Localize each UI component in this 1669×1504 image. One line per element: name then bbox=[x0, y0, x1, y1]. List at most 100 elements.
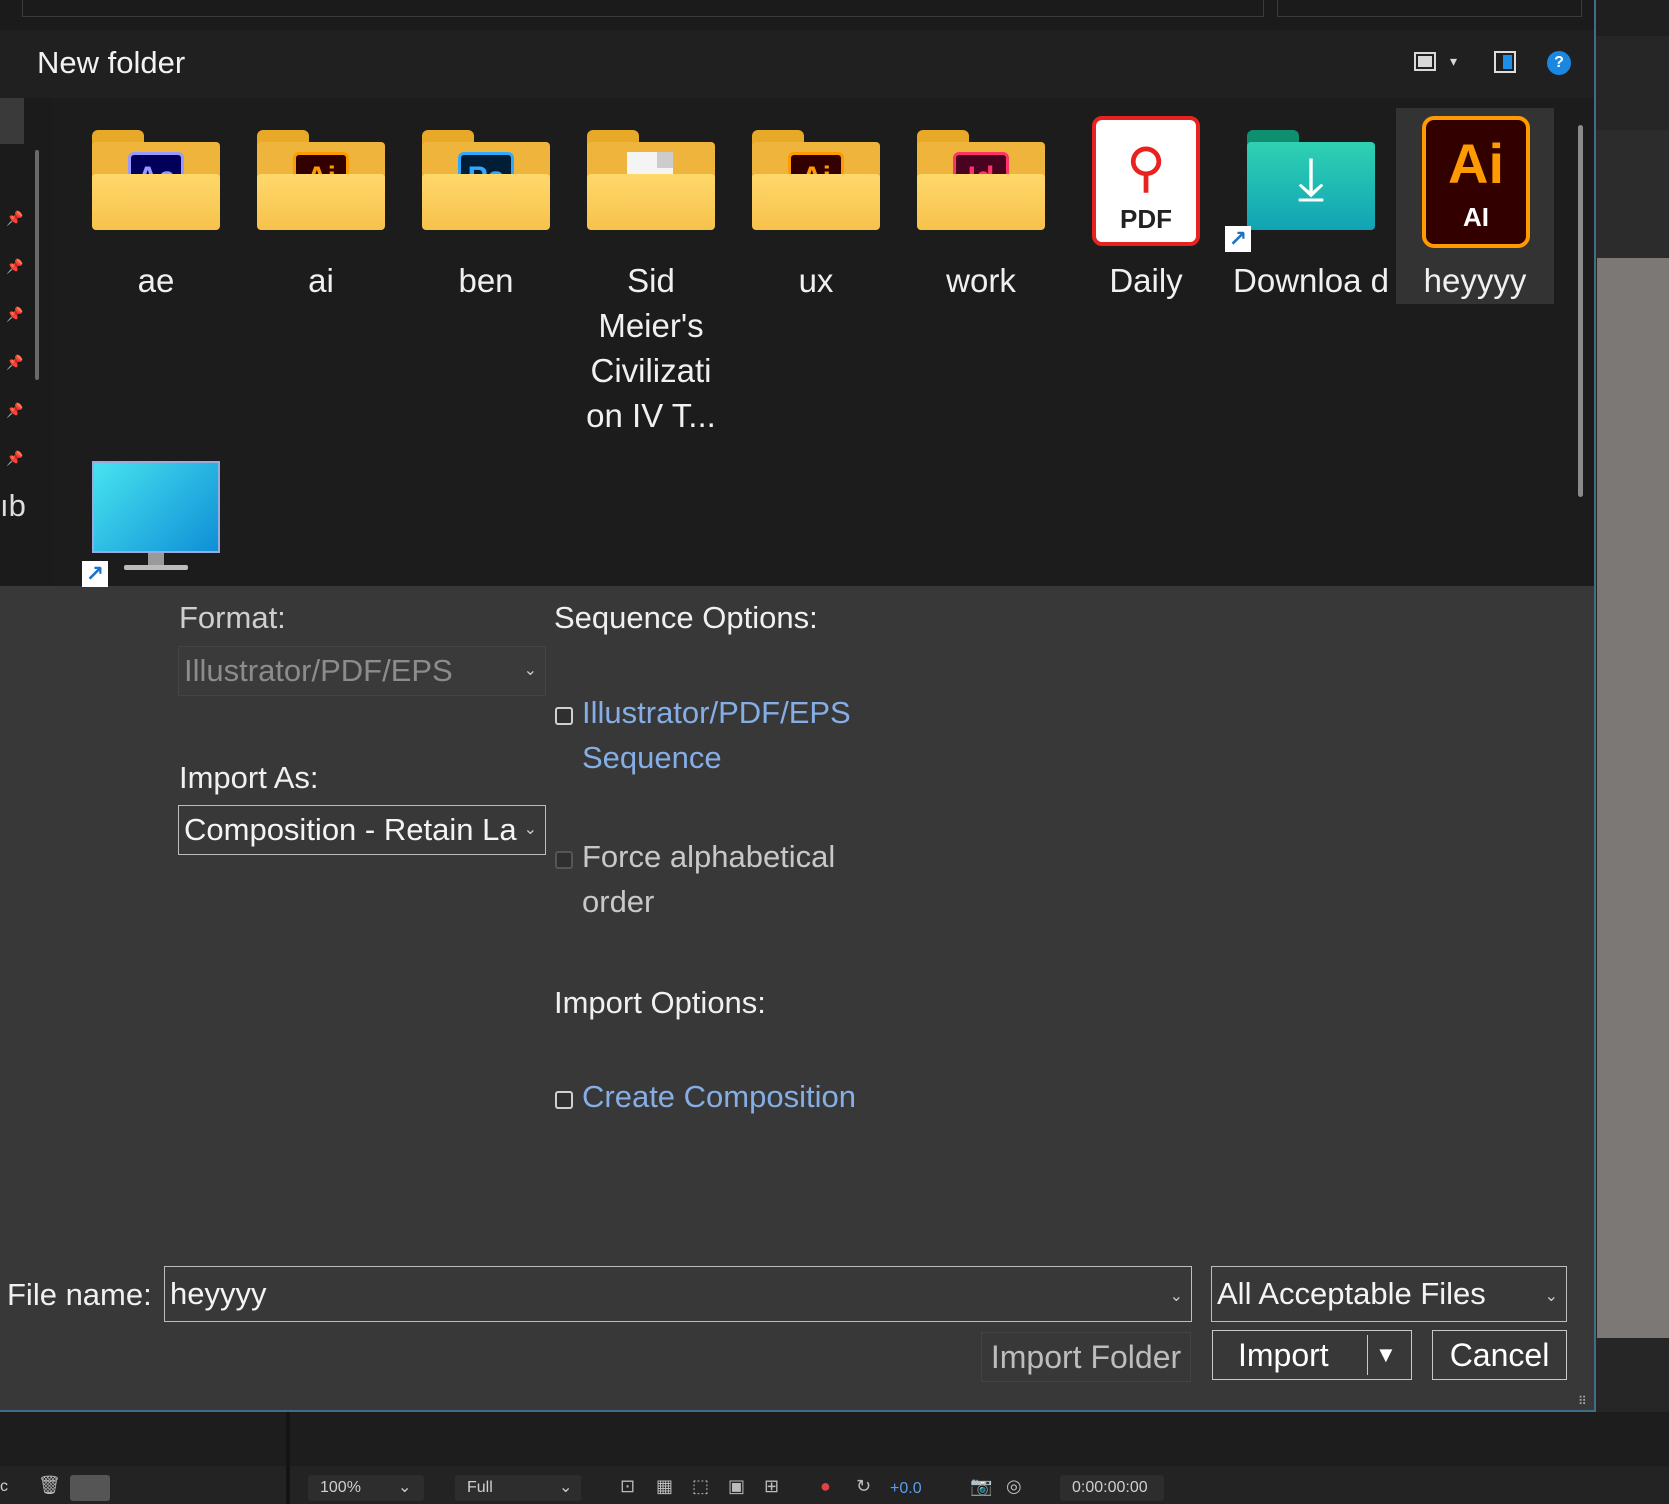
help-icon[interactable]: ? bbox=[1547, 51, 1571, 75]
force-alphabetical-label: Force alphabetical order bbox=[582, 839, 836, 919]
ai-folder-icon: Ai bbox=[752, 130, 880, 230]
reset-exposure-icon[interactable]: ↻ bbox=[856, 1476, 871, 1497]
file-name: Downloa d bbox=[1233, 262, 1389, 299]
search-box[interactable] bbox=[1277, 0, 1582, 17]
file-name: heyyyy bbox=[1423, 262, 1527, 299]
status-text: c bbox=[0, 1478, 8, 1495]
resolution-value: Full bbox=[467, 1479, 493, 1496]
trash-icon[interactable]: 🗑 bbox=[38, 1475, 61, 1496]
chevron-down-icon: ⌄ bbox=[519, 806, 537, 854]
view-chevron-down-icon[interactable]: ▾ bbox=[1450, 53, 1457, 70]
timecode-value: 0:00:00:00 bbox=[1072, 1479, 1148, 1496]
download-arrow-icon: ⤓ bbox=[1297, 145, 1325, 212]
timecode-display[interactable]: 0:00:00:00 bbox=[1060, 1475, 1164, 1501]
exposure-value[interactable]: +0.0 bbox=[890, 1480, 922, 1498]
import-as-label: Import As: bbox=[179, 760, 319, 795]
shortcut-arrow-icon: ↗ bbox=[82, 561, 108, 587]
nav-scrollbar[interactable] bbox=[35, 150, 39, 380]
preview-pane-icon[interactable] bbox=[1494, 51, 1516, 73]
file-name-label: File name: bbox=[7, 1277, 152, 1312]
grid-guides-icon[interactable]: ⊞ bbox=[764, 1476, 779, 1497]
nav-item-label[interactable]: ıb bbox=[0, 488, 26, 524]
transparency-grid-icon[interactable]: ▦ bbox=[656, 1476, 673, 1497]
pin-icon[interactable]: 📌 bbox=[6, 450, 23, 467]
desktop-shortcut-icon bbox=[92, 461, 220, 553]
file-type-filter[interactable]: All Acceptable Files ⌄ bbox=[1211, 1266, 1567, 1322]
new-folder-button[interactable]: New folder bbox=[37, 45, 185, 81]
region-of-interest-icon[interactable]: ▣ bbox=[728, 1476, 745, 1497]
file-name: Daily bbox=[1109, 262, 1183, 299]
cancel-button[interactable]: Cancel bbox=[1432, 1330, 1567, 1380]
background-app-header bbox=[1593, 0, 1669, 36]
file-item-sid-meiers[interactable]: Sid Meier's Civilizati on IV T... bbox=[571, 100, 731, 440]
file-item-daily[interactable]: ⚲ PDF Daily bbox=[1066, 100, 1226, 300]
ps-folder-icon: Ps bbox=[422, 130, 550, 230]
file-name-value: heyyyy bbox=[170, 1276, 267, 1311]
file-item-ai[interactable]: Ai ai bbox=[241, 100, 401, 300]
file-item-downloads[interactable]: ⤓ ↗ Downloa d bbox=[1225, 100, 1391, 350]
pin-icon[interactable]: 📌 bbox=[6, 402, 23, 419]
chevron-down-icon: ⌄ bbox=[1544, 1288, 1558, 1305]
address-bar[interactable] bbox=[22, 0, 1264, 17]
format-label: Format: bbox=[179, 600, 286, 635]
import-as-dropdown[interactable]: Composition - Retain La ⌄ bbox=[178, 805, 546, 855]
force-alphabetical-checkbox bbox=[555, 851, 573, 869]
file-item-work[interactable]: Id work bbox=[901, 100, 1061, 300]
resolution-dropdown[interactable]: Full ⌄ bbox=[455, 1475, 581, 1501]
zoom-dropdown[interactable]: 100% ⌄ bbox=[308, 1475, 424, 1501]
app-viewer-toolbar bbox=[0, 1466, 1669, 1504]
downloads-shortcut-icon: ⤓ bbox=[1247, 130, 1375, 230]
show-snapshot-icon[interactable]: ◎ bbox=[1006, 1476, 1022, 1497]
fast-preview-icon[interactable]: ⊡ bbox=[620, 1476, 635, 1497]
sequence-options-label: Sequence Options: bbox=[554, 600, 818, 635]
color-depth-button[interactable] bbox=[70, 1475, 110, 1501]
file-name-input[interactable]: heyyyy ⌄ bbox=[164, 1266, 1192, 1322]
file-name: ben bbox=[458, 262, 514, 299]
caret-down-icon[interactable]: ▼ bbox=[1375, 1331, 1397, 1379]
create-composition-label[interactable]: Create Composition bbox=[582, 1074, 922, 1119]
chevron-down-icon[interactable]: ⌄ bbox=[1170, 1270, 1183, 1321]
file-name: Sid Meier's Civilizati on IV T... bbox=[586, 262, 716, 434]
background-app-canvas bbox=[1597, 258, 1669, 1338]
pin-icon[interactable]: 📌 bbox=[6, 258, 23, 275]
ae-folder-icon: Ae bbox=[92, 130, 220, 230]
file-item-ux[interactable]: Ai ux bbox=[736, 100, 896, 300]
create-composition-checkbox[interactable] bbox=[555, 1091, 573, 1109]
view-mode-icon[interactable] bbox=[1414, 52, 1436, 71]
file-name: ux bbox=[798, 262, 834, 299]
background-app-strip bbox=[1593, 130, 1669, 258]
import-button[interactable]: Import ▼ bbox=[1212, 1330, 1412, 1380]
sequence-checkbox-label[interactable]: Illustrator/PDF/EPS Sequence bbox=[582, 690, 882, 780]
pin-icon[interactable]: 📌 bbox=[6, 210, 23, 227]
format-value: Illustrator/PDF/EPS bbox=[184, 653, 453, 688]
chevron-down-icon: ⌄ bbox=[559, 1479, 573, 1496]
pin-icon[interactable]: 📌 bbox=[6, 306, 23, 323]
command-bar bbox=[0, 30, 1594, 98]
snapshot-camera-icon[interactable]: 📷 bbox=[970, 1476, 992, 1497]
sequence-checkbox[interactable] bbox=[555, 707, 573, 725]
import-as-value: Composition - Retain La bbox=[184, 812, 517, 847]
channels-icon[interactable]: ● bbox=[820, 1476, 831, 1497]
id-folder-icon: Id bbox=[917, 130, 1045, 230]
zoom-value: 100% bbox=[320, 1479, 361, 1496]
mask-visibility-icon[interactable]: ⬚ bbox=[692, 1476, 709, 1497]
file-type-value: All Acceptable Files bbox=[1217, 1276, 1486, 1311]
acrobat-icon: ⚲ bbox=[1126, 138, 1166, 198]
pdf-label: PDF bbox=[1120, 204, 1172, 234]
file-item-heyyyy[interactable]: Ai AI heyyyy bbox=[1396, 108, 1554, 304]
file-item-desktop[interactable]: ↗ bbox=[76, 455, 236, 587]
file-list-scrollbar[interactable] bbox=[1578, 125, 1583, 497]
resize-grip-icon[interactable]: ⠿ bbox=[1578, 1394, 1587, 1408]
chevron-down-icon: ⌄ bbox=[523, 662, 537, 679]
pin-icon[interactable]: 📌 bbox=[6, 354, 23, 371]
panel-divider[interactable] bbox=[286, 1412, 290, 1504]
nav-selected-item[interactable] bbox=[0, 98, 24, 144]
import-folder-button[interactable]: Import Folder bbox=[981, 1332, 1191, 1382]
file-item-ben[interactable]: Ps ben bbox=[406, 100, 566, 300]
document-folder-icon bbox=[587, 130, 715, 230]
file-item-ae[interactable]: Ae ae bbox=[76, 100, 236, 300]
ai-logo: Ai bbox=[1448, 132, 1504, 195]
ai-file-icon: Ai AI bbox=[1422, 116, 1530, 248]
chevron-down-icon: ⌄ bbox=[398, 1479, 412, 1496]
file-name: ae bbox=[137, 262, 175, 299]
